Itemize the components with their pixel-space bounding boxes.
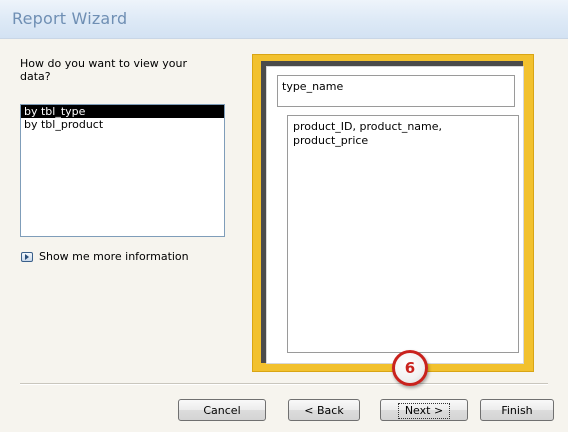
finish-button[interactable]: Finish: [480, 399, 554, 421]
report-layout-preview: type_name product_ID, product_name, prod…: [252, 54, 534, 372]
view-options-listbox[interactable]: by tbl_type by tbl_product: [20, 104, 225, 237]
window-title: Report Wizard: [12, 9, 128, 28]
preview-page: type_name product_ID, product_name, prod…: [266, 66, 524, 364]
detail-fields-box: product_ID, product_name, product_price: [287, 115, 519, 353]
group-header-box: type_name: [277, 75, 515, 107]
next-button[interactable]: Next >: [380, 399, 468, 421]
preview-page-shadow: type_name product_ID, product_name, prod…: [261, 61, 524, 364]
list-item-by-tbl-product[interactable]: by tbl_product: [21, 118, 224, 131]
next-button-label: Next >: [397, 403, 451, 419]
step-number-callout: 6: [392, 350, 428, 386]
show-more-info-label: Show me more information: [39, 250, 189, 263]
button-divider: [20, 383, 548, 385]
report-wizard-window: Report Wizard How do you want to view yo…: [0, 0, 568, 432]
view-question-label: How do you want to view your data?: [20, 57, 188, 83]
title-bar: Report Wizard: [0, 0, 568, 39]
expand-arrow-icon: [21, 251, 33, 262]
list-item-by-tbl-type[interactable]: by tbl_type: [21, 105, 224, 118]
cancel-button[interactable]: Cancel: [178, 399, 266, 421]
back-button[interactable]: < Back: [288, 399, 360, 421]
show-more-info-link[interactable]: Show me more information: [21, 250, 189, 263]
